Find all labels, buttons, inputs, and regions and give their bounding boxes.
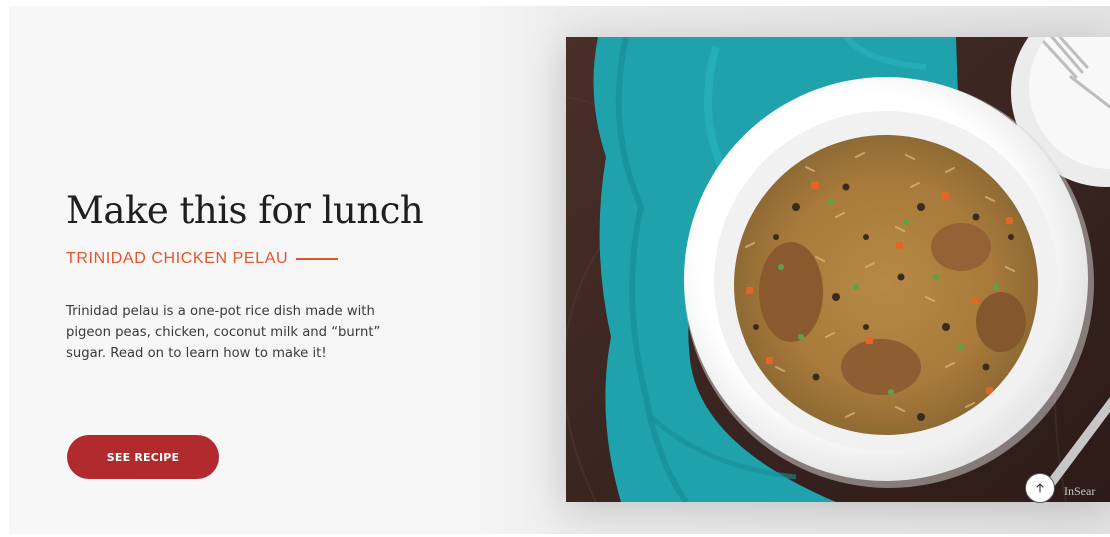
- hero-headline: Make this for lunch: [66, 189, 424, 232]
- recipe-subtitle-row: TRINIDAD CHICKEN PELAU: [66, 250, 339, 268]
- see-recipe-button[interactable]: SEE RECIPE: [67, 435, 219, 479]
- recipe-subtitle: TRINIDAD CHICKEN PELAU: [66, 250, 289, 267]
- pelau-bowl-image: InSear: [566, 37, 1110, 502]
- arrow-up-icon: [1034, 482, 1046, 494]
- photo-watermark: InSear: [1064, 484, 1095, 498]
- recipe-description: Trinidad pelau is a one-pot rice dish ma…: [66, 304, 381, 361]
- recipe-photo: InSear: [566, 37, 1110, 502]
- scroll-to-top-button[interactable]: [1025, 473, 1055, 503]
- subtitle-underline-divider: [296, 258, 339, 260]
- hero-section: Make this for lunch TRINIDAD CHICKEN PEL…: [9, 6, 1110, 534]
